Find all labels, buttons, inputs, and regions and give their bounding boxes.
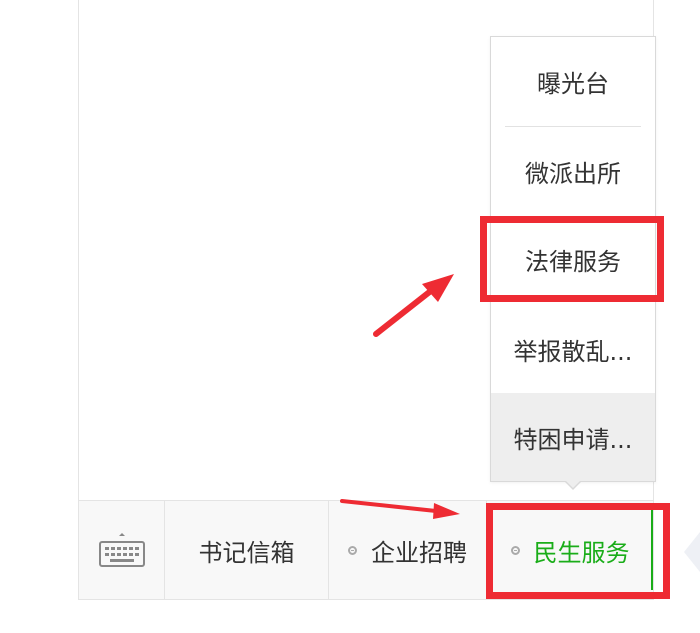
keyboard-toggle-button[interactable] — [79, 501, 165, 599]
submenu-caret-fill — [565, 480, 581, 488]
submenu-item-hardship-application[interactable]: 特困申请... — [491, 393, 655, 481]
keyboard-icon — [98, 533, 145, 567]
menu-secretary-mailbox[interactable]: 书记信箱 — [165, 501, 329, 599]
submenu-item-police-station[interactable]: 微派出所 — [491, 127, 655, 215]
wechat-menu-screenshot: 曝光台 微派出所 法律服务 举报散乱... 特困申请... 书记信箱 企业招聘 … — [0, 0, 700, 633]
submenu-item-exposure[interactable]: 曝光台 — [491, 37, 655, 125]
annotation-box-livelihood-services — [486, 503, 670, 599]
annotation-box-legal-service — [480, 216, 664, 302]
side-tab-arrow — [684, 532, 700, 572]
menu-secretary-mailbox-label: 书记信箱 — [198, 538, 295, 567]
menu-job-recruitment-label: 企业招聘 — [371, 538, 467, 567]
submenu-item-report[interactable]: 举报散乱... — [491, 305, 655, 393]
submenu-indicator-icon — [348, 545, 357, 555]
menu-job-recruitment[interactable]: 企业招聘 — [329, 501, 487, 599]
